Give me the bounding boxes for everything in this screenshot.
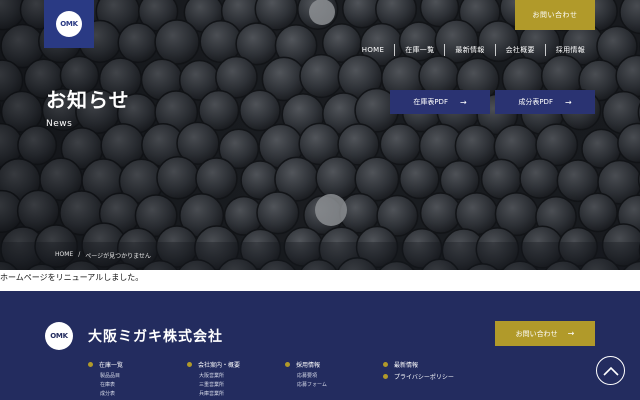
site-logo[interactable]: OMK: [44, 0, 94, 48]
breadcrumb-current: ページが見つかりません: [85, 253, 151, 260]
footer-link-inventory[interactable]: 在庫一覧: [88, 360, 123, 369]
bullet-dot-icon: [88, 362, 93, 367]
footer-link[interactable]: 在庫表: [100, 381, 123, 390]
footer-link[interactable]: 兵庫営業所: [199, 390, 240, 399]
footer-link[interactable]: 三重営業所: [199, 381, 240, 390]
composition-pdf-label: 成分表PDF: [518, 98, 553, 106]
footer-link[interactable]: 大阪営業所: [199, 372, 240, 381]
breadcrumb: HOME / ページが見つかりません: [55, 251, 151, 260]
footer-col-title: 在庫一覧: [99, 362, 124, 369]
footer-link-news[interactable]: 最新情報: [383, 360, 454, 369]
footer-link[interactable]: 応募フォーム: [297, 381, 327, 390]
footer-col-title: 採用情報: [296, 362, 321, 369]
footer-link[interactable]: 応募要項: [297, 372, 327, 381]
arrow-right-icon: →: [567, 329, 575, 338]
nav-home[interactable]: HOME: [352, 44, 394, 56]
nav-company[interactable]: 会社概要: [496, 44, 545, 56]
inventory-pdf-label: 在庫表PDF: [413, 98, 448, 106]
page-title: お知らせ: [46, 88, 130, 112]
footer-col-title: 最新情報: [394, 362, 419, 369]
footer-col-company: 会社案内・概要 大阪営業所 三重営業所 兵庫営業所: [187, 360, 240, 399]
footer-col-title: 会社案内・概要: [198, 362, 241, 369]
page-subtitle: News: [46, 119, 73, 129]
breadcrumb-separator: /: [78, 251, 81, 258]
composition-pdf-button[interactable]: 成分表PDF →: [495, 90, 595, 114]
footer-col-title: プライバシーポリシー: [394, 374, 454, 381]
chevron-up-icon: [602, 366, 619, 376]
news-content: ホームページをリニューアルしました。: [0, 273, 144, 282]
nav-news[interactable]: 最新情報: [445, 44, 494, 56]
back-to-top-button[interactable]: [596, 356, 625, 385]
footer-link[interactable]: 成分表: [100, 390, 123, 399]
arrow-right-icon: →: [564, 97, 572, 107]
nav-inventory[interactable]: 在庫一覧: [395, 44, 444, 56]
global-nav: HOME 在庫一覧 最新情報 会社概要 採用情報: [352, 44, 595, 56]
contact-button[interactable]: お問い合わせ: [515, 0, 595, 30]
footer-link[interactable]: 製品品目: [100, 372, 123, 381]
bullet-dot-icon: [285, 362, 290, 367]
bullet-dot-icon: [383, 362, 388, 367]
logo-text: OMK: [60, 20, 78, 28]
footer-col-news: 最新情報 プライバシーポリシー: [383, 360, 454, 384]
hero-section: [0, 0, 640, 270]
footer-contact-button[interactable]: お問い合わせ →: [495, 321, 595, 346]
inventory-pdf-button[interactable]: 在庫表PDF →: [390, 90, 490, 114]
footer-link-recruit[interactable]: 採用情報: [285, 360, 327, 369]
breadcrumb-home[interactable]: HOME: [55, 251, 73, 260]
footer-col-recruit: 採用情報 応募要項 応募フォーム: [285, 360, 327, 390]
footer-link-company[interactable]: 会社案内・概要: [187, 360, 240, 369]
bullet-dot-icon: [383, 374, 388, 379]
footer-contact-label: お問い合わせ: [515, 329, 558, 338]
nav-recruit[interactable]: 採用情報: [546, 44, 595, 56]
footer-logo-text: OMK: [50, 332, 68, 340]
bullet-dot-icon: [187, 362, 192, 367]
arrow-right-icon: →: [459, 97, 467, 107]
footer-company-name: 大阪ミガキ株式会社: [88, 329, 223, 345]
footer-logo[interactable]: OMK: [45, 322, 73, 350]
footer-col-inventory: 在庫一覧 製品品目 在庫表 成分表: [88, 360, 123, 399]
footer-link-privacy[interactable]: プライバシーポリシー: [383, 372, 454, 381]
